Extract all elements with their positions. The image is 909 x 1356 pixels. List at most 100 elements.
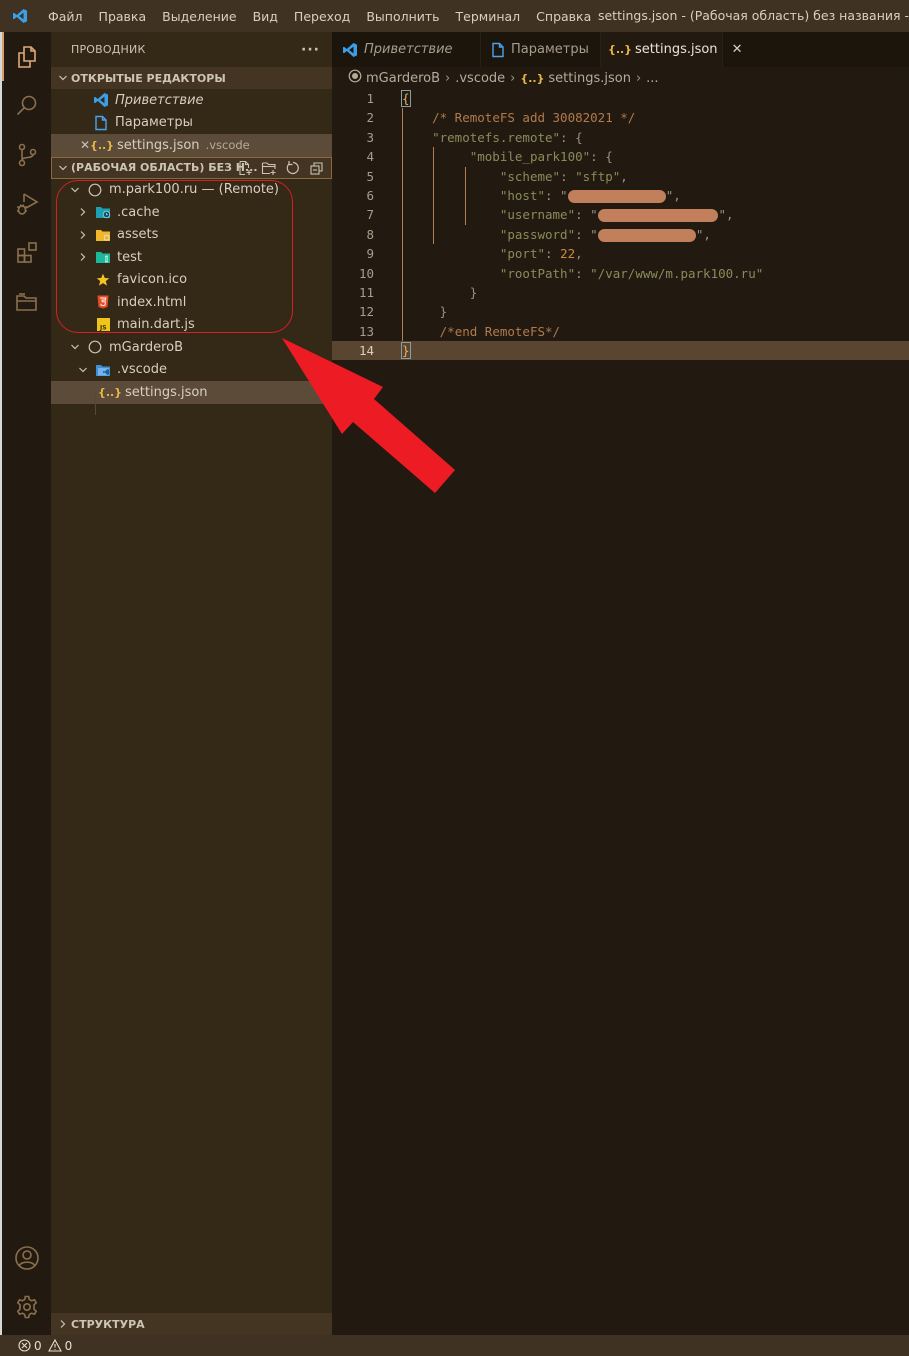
activity-run-debug[interactable] <box>2 179 51 228</box>
breadcrumb-item[interactable]: mGarderoB <box>366 71 440 86</box>
activity-remote-explorer[interactable] <box>2 277 51 326</box>
tree-item-label: .cache <box>117 204 160 220</box>
line-content: /*end RemoteFS*/ <box>402 322 560 341</box>
menu-help[interactable]: Справка <box>528 9 599 24</box>
code-line[interactable]: 12 } <box>332 302 909 321</box>
code-line[interactable]: 13 /*end RemoteFS*/ <box>332 322 909 341</box>
code-token: "rootPath" <box>499 265 576 281</box>
menu-file[interactable]: Файл <box>40 9 91 24</box>
tab-welcome[interactable]: Приветствие <box>332 32 481 67</box>
code-token: "port" <box>499 246 545 262</box>
editor-tabs: Приветствие Параметры {..} settings.json… <box>332 32 909 67</box>
tree-item-vscode-folder[interactable]: .vscode <box>51 359 332 382</box>
code-token: "mobile_park100" <box>469 149 591 165</box>
code-line[interactable]: 8 "password": " ", <box>332 225 909 244</box>
open-editor-label: Приветствие <box>115 92 204 108</box>
sidebar-header: ПРОВОДНИК ··· <box>51 32 332 67</box>
menu-view[interactable]: Вид <box>245 9 286 24</box>
breadcrumb-item[interactable]: settings.json <box>548 71 631 86</box>
line-content: "rootPath": "/var/www/m.park100.ru" <box>402 264 763 283</box>
line-content: } <box>401 341 411 360</box>
tree-item-test[interactable]: test <box>51 246 332 269</box>
code-line[interactable]: 3 "remotefs.remote": { <box>332 128 909 147</box>
tree-item-label: settings.json <box>125 384 208 400</box>
workspace-header[interactable]: (РАБОЧАЯ ОБЛАСТЬ) БЕЗ Н... <box>51 156 332 179</box>
tree-item-index-html[interactable]: index.html <box>51 291 332 314</box>
open-editor-settings-json[interactable]: ✕ {..} settings.json .vscode <box>51 134 332 157</box>
open-editor-settings-ui[interactable]: Параметры <box>51 112 332 135</box>
tree-item-label: index.html <box>117 294 187 310</box>
code-line[interactable]: 7 "username": " ", <box>332 205 909 224</box>
activity-search[interactable] <box>2 81 51 130</box>
js-icon: JS <box>95 317 111 333</box>
code-line[interactable]: 4 "mobile_park100": { <box>332 147 909 166</box>
breadcrumb-item[interactable]: .vscode <box>455 71 505 86</box>
workspace-folder-mgarderob[interactable]: mGarderoB <box>51 336 332 359</box>
menu-terminal[interactable]: Терминал <box>448 9 529 24</box>
workspace-folder-remote[interactable]: m.park100.ru — (Remote) <box>51 179 332 202</box>
account-icon <box>14 1245 39 1270</box>
tab-settings-ui[interactable]: Параметры <box>481 32 601 67</box>
code-line[interactable]: 11 } <box>332 283 909 302</box>
menu-run[interactable]: Выполнить <box>358 9 447 24</box>
tree-item-label: test <box>117 249 142 265</box>
menu-go[interactable]: Переход <box>286 9 358 24</box>
tree-item-settings-json[interactable]: {..} settings.json <box>51 381 332 404</box>
code-line[interactable]: 14} <box>332 341 909 361</box>
open-editors-header[interactable]: ОТКРЫТЫЕ РЕДАКТОРЫ <box>51 67 332 89</box>
menu-edit[interactable]: Правка <box>91 9 155 24</box>
outline-header[interactable]: СТРУКТУРА <box>51 1313 332 1335</box>
activity-explorer[interactable] <box>2 32 51 81</box>
refresh-icon[interactable] <box>284 159 302 177</box>
code-token: ", <box>695 226 711 242</box>
more-actions-button[interactable]: ··· <box>301 42 320 58</box>
file-icon <box>93 115 109 131</box>
code-token: ", <box>665 187 681 203</box>
chevron-right-icon <box>55 1319 71 1329</box>
code-line[interactable]: 6 "host": " ", <box>332 186 909 205</box>
root-folder-icon <box>87 339 103 355</box>
activity-accounts[interactable] <box>2 1233 51 1282</box>
tree-item-label: main.dart.js <box>117 317 195 333</box>
code-line[interactable]: 1{ <box>332 89 909 108</box>
menu-selection[interactable]: Выделение <box>154 9 244 24</box>
code-token: : " <box>545 187 568 203</box>
line-number: 13 <box>358 323 374 339</box>
chevron-right-icon: › <box>510 70 516 86</box>
activity-source-control[interactable] <box>2 130 51 179</box>
code-token: : " <box>575 226 598 242</box>
workspace-actions <box>236 157 326 179</box>
close-tab-icon[interactable]: ✕ <box>732 42 743 57</box>
line-number: 1 <box>366 91 374 106</box>
line-content: "username": " ", <box>402 205 734 224</box>
open-editors-label: ОТКРЫТЫЕ РЕДАКТОРЫ <box>71 71 226 85</box>
tree-item-assets[interactable]: assets <box>51 224 332 247</box>
code-line[interactable]: 5 "scheme": "sftp", <box>332 167 909 186</box>
code-line[interactable]: 10 "rootPath": "/var/www/m.park100.ru" <box>332 264 909 283</box>
activity-manage[interactable] <box>2 1282 51 1331</box>
breadcrumb-item[interactable]: ... <box>646 71 658 86</box>
collapse-all-icon[interactable] <box>308 159 326 177</box>
chevron-down-icon <box>75 365 91 375</box>
code-token: "sftp" <box>575 168 621 184</box>
folder-label: mGarderoB <box>109 339 184 355</box>
open-editor-welcome[interactable]: Приветствие <box>51 89 332 112</box>
code-editor[interactable]: 1{2 /* RemoteFS add 30082021 */3 "remote… <box>332 89 909 361</box>
problems-status[interactable]: 0 0 <box>18 1339 72 1353</box>
line-number: 14 <box>358 343 374 359</box>
code-line[interactable]: 9 "port": 22, <box>332 244 909 263</box>
tree-item-favicon[interactable]: favicon.ico <box>51 269 332 292</box>
line-number: 10 <box>358 265 374 281</box>
new-file-icon[interactable] <box>236 159 254 177</box>
new-folder-icon[interactable] <box>260 159 278 177</box>
tree-item-main-dart-js[interactable]: JS main.dart.js <box>51 314 332 337</box>
code-line[interactable]: 2 /* RemoteFS add 30082021 */ <box>332 108 909 127</box>
code-token: ", <box>718 207 734 223</box>
tab-settings-json[interactable]: {..} settings.json ✕ <box>601 32 742 67</box>
tree-item-cache[interactable]: .cache <box>51 201 332 224</box>
code-token: "password" <box>499 226 576 242</box>
code-token: { <box>401 90 411 107</box>
activity-extensions[interactable] <box>2 228 51 277</box>
